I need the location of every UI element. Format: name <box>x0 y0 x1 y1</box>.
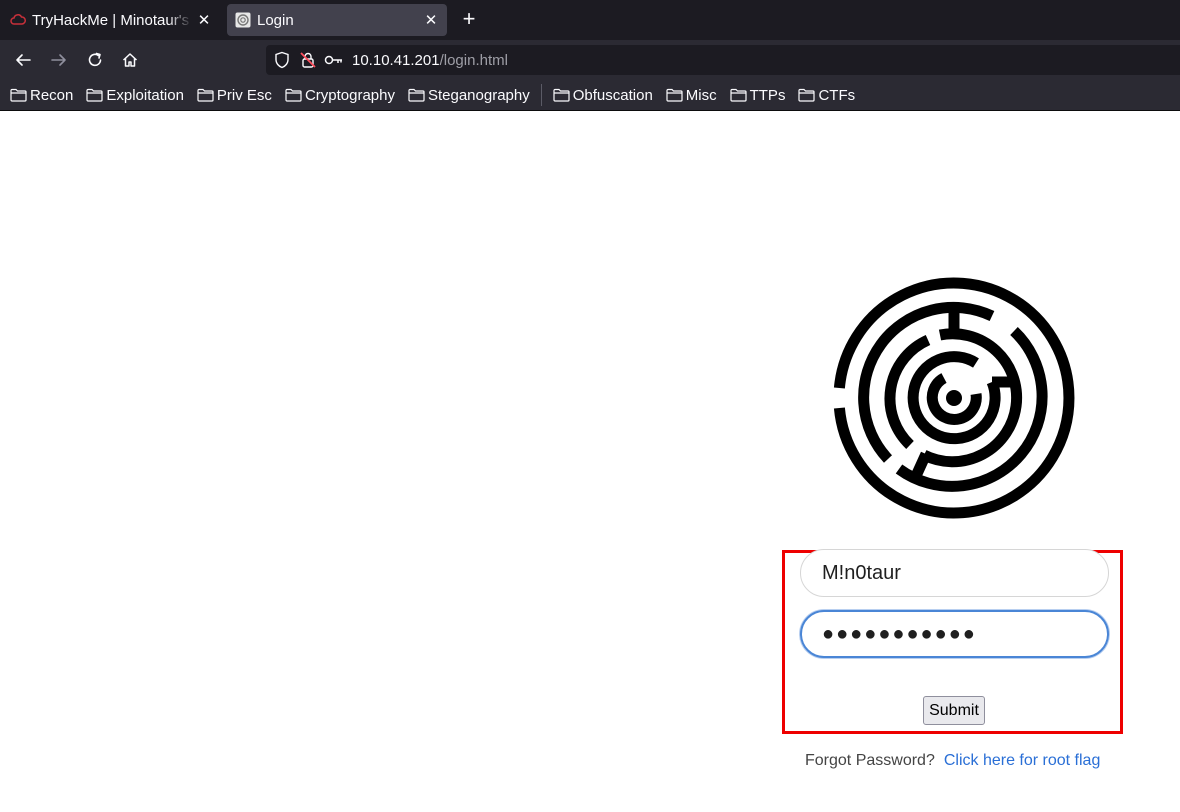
bookmark-ttps[interactable]: TTPs <box>730 86 786 104</box>
folder-icon <box>666 88 683 102</box>
labyrinth-logo-icon <box>833 277 1075 519</box>
url-path: /login.html <box>439 51 508 69</box>
tab-tryhackme[interactable]: TryHackMe | Minotaur's Labyrinth ✕ <box>2 4 220 36</box>
url-host: 10.10.41.201 <box>352 51 440 69</box>
bookmark-steganography[interactable]: Steganography <box>408 87 530 104</box>
submit-button[interactable]: Submit <box>923 696 985 725</box>
thm-cloud-icon <box>10 12 26 28</box>
bookmark-label: CTFs <box>818 86 856 104</box>
bookmark-separator <box>540 84 542 106</box>
close-icon[interactable]: ✕ <box>423 12 439 29</box>
folder-icon <box>798 88 816 102</box>
insecure-lock-icon[interactable] <box>298 50 318 70</box>
folder-icon <box>197 88 214 102</box>
bookmark-exploitation[interactable]: Exploitation <box>86 87 184 104</box>
login-page: M!n0taur ●●●●●●●●●●● Submit Forgot Passw… <box>0 112 1180 812</box>
close-icon[interactable]: ✕ <box>196 12 212 29</box>
bookmarks-toolbar: Recon Exploitation Priv Esc Cryptography… <box>0 80 1180 111</box>
root-flag-link[interactable]: Click here for root flag <box>944 752 1101 769</box>
url-text: 10.10.41.201/login.html <box>352 52 508 69</box>
reload-icon[interactable] <box>83 48 107 72</box>
username-input[interactable]: M!n0taur <box>800 549 1109 597</box>
tab-title: Login <box>257 11 294 29</box>
address-bar[interactable]: 10.10.41.201/login.html <box>266 45 1180 75</box>
bookmark-recon[interactable]: Recon <box>10 87 73 104</box>
bookmark-label: Recon <box>30 86 74 104</box>
bookmark-label: Misc <box>685 86 717 104</box>
folder-icon <box>86 88 103 102</box>
bookmark-label: TTPs <box>749 86 786 104</box>
bookmark-label: Steganography <box>427 86 530 104</box>
bookmark-cryptography[interactable]: Cryptography <box>285 87 395 104</box>
folder-icon <box>10 88 27 102</box>
new-tab-icon[interactable]: + <box>456 6 482 32</box>
tab-login[interactable]: Login ✕ <box>227 4 447 36</box>
bookmark-ctfs[interactable]: CTFs <box>798 87 855 104</box>
password-input[interactable]: ●●●●●●●●●●● <box>800 610 1109 658</box>
bookmark-label: Priv Esc <box>216 86 272 104</box>
back-icon[interactable] <box>11 48 35 72</box>
folder-icon <box>553 88 570 102</box>
bookmark-label: Cryptography <box>304 86 395 104</box>
folder-icon <box>285 88 302 102</box>
folder-icon <box>408 88 425 102</box>
bookmark-priv-esc[interactable]: Priv Esc <box>197 87 272 104</box>
tab-title: TryHackMe | Minotaur's Labyrinth <box>32 11 192 29</box>
bookmark-label: Obfuscation <box>572 86 653 104</box>
bookmark-label: Exploitation <box>106 86 184 104</box>
forgot-password-row: Forgot Password? Click here for root flag <box>805 752 1100 770</box>
bookmark-obfuscation[interactable]: Obfuscation <box>553 87 653 104</box>
shield-icon[interactable] <box>272 50 292 70</box>
globe-icon <box>235 12 251 28</box>
key-icon[interactable] <box>324 50 344 70</box>
folder-icon <box>730 88 747 102</box>
bookmark-misc[interactable]: Misc <box>666 87 717 104</box>
forgot-password-text: Forgot Password? <box>805 752 935 769</box>
home-icon[interactable] <box>118 48 142 72</box>
forward-icon[interactable] <box>47 48 71 72</box>
tab-strip: TryHackMe | Minotaur's Labyrinth ✕ Login… <box>0 0 1180 40</box>
